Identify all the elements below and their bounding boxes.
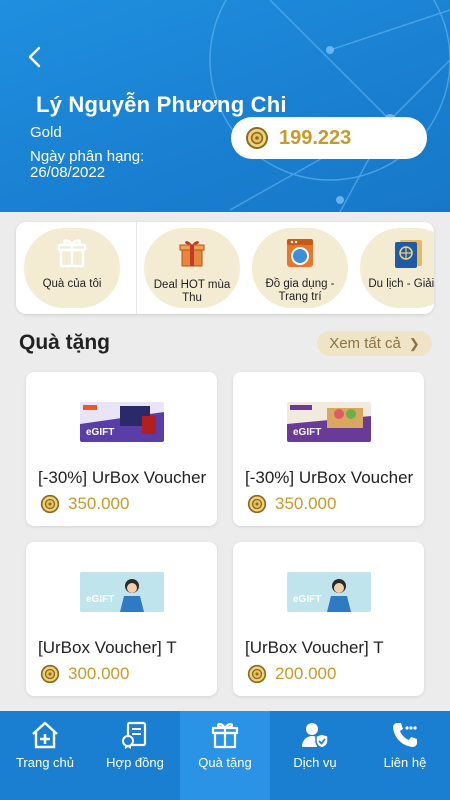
gift-card[interactable]: eGIFT [UrBox Voucher] T 300.000 [26,542,217,696]
back-arrow-icon[interactable] [20,42,50,72]
nav-label: Hợp đồng [106,755,164,770]
nav-label: Quà tặng [198,755,252,770]
rank-date-label: Ngày phân hạng: [30,148,145,165]
category-my-gifts[interactable]: Quà của tôi [24,228,120,308]
points-balance[interactable]: 199.223 [231,117,427,159]
divider [136,222,137,314]
category-bar: Quà của tôi Deal HOT mùa Thu Đồ gia dụng… [16,222,434,314]
category-label: Quà của tôi [42,278,102,290]
member-tier: Gold [30,124,62,141]
washing-machine-icon [287,239,313,267]
nav-label: Liên hệ [383,755,427,770]
see-all-label: Xem tất cả [329,335,401,352]
coin-icon [40,664,60,684]
thumb-label: eGIFT [86,594,114,605]
category-label: Deal HOT mùa Thu [153,279,231,304]
voucher-thumbnail: eGIFT [80,572,164,612]
gift-icon [211,723,239,749]
voucher-thumbnail: eGIFT [80,402,164,442]
gift-price: 200.000 [247,664,336,684]
gift-price-value: 300.000 [68,664,130,683]
nav-gifts[interactable]: Quà tặng [180,711,270,800]
chevron-right-icon: ❯ [408,335,420,351]
coin-icon [247,494,267,514]
gift-price: 300.000 [40,664,129,684]
nav-contact[interactable]: Liên hệ [360,711,450,800]
gift-price: 350.000 [247,494,336,514]
points-value: 199.223 [279,126,352,149]
section-title: Quà tặng [19,331,111,354]
coin-icon [245,126,269,150]
profile-header: Lý Nguyễn Phương Chi Gold Ngày phân hạng… [0,0,450,212]
gift-card[interactable]: eGIFT [UrBox Voucher] T 200.000 [233,542,424,696]
gift-price-value: 350.000 [68,494,130,513]
passport-icon [395,240,422,268]
see-all-button[interactable]: Xem tất cả ❯ [317,331,432,356]
phone-icon [393,723,417,747]
nav-services[interactable]: Dịch vụ [270,711,360,800]
nav-label: Dịch vụ [293,755,337,770]
gift-title: [-30%] UrBox Voucher [245,468,414,487]
gift-title: [-30%] UrBox Voucher [38,468,207,487]
category-label: Đồ gia dụng - Trang trí [265,278,335,303]
gift-title: [UrBox Voucher] T [245,638,384,657]
user-shield-icon [302,723,329,749]
gift-price-value: 200.000 [275,664,337,683]
nav-home[interactable]: Trang chủ [0,711,90,800]
bottom-nav: Trang chủ Hợp đồng Quà tặng Dịch vụ Liên… [0,711,450,800]
category-deal-hot[interactable]: Deal HOT mùa Thu [144,228,240,308]
home-icon [32,721,58,749]
thumb-label: eGIFT [293,594,321,605]
contract-icon [122,721,147,749]
voucher-thumbnail: eGIFT [287,402,371,442]
gift-price: 350.000 [40,494,129,514]
coin-icon [40,494,60,514]
coin-icon [247,664,267,684]
gift-card[interactable]: eGIFT [-30%] UrBox Voucher 350.000 [233,372,424,526]
nav-contracts[interactable]: Hợp đồng [90,711,180,800]
gift-card[interactable]: eGIFT [-30%] UrBox Voucher 350.000 [26,372,217,526]
gift-price-value: 350.000 [275,494,337,513]
category-travel[interactable]: Du lịch - Giải trí [360,228,434,308]
category-home-appliance[interactable]: Đồ gia dụng - Trang trí [252,228,348,308]
user-name: Lý Nguyễn Phương Chi [36,92,287,117]
nav-label: Trang chủ [15,755,75,770]
gift-title: [UrBox Voucher] T [38,638,177,657]
rank-date-value: 26/08/2022 [30,164,106,181]
gift-outline-icon [57,239,87,268]
voucher-thumbnail: eGIFT [287,572,371,612]
thumb-label: eGIFT [86,427,114,438]
gift-box-icon [179,241,205,267]
category-label: Du lịch - Giải trí [368,278,434,290]
thumb-label: eGIFT [293,427,321,438]
